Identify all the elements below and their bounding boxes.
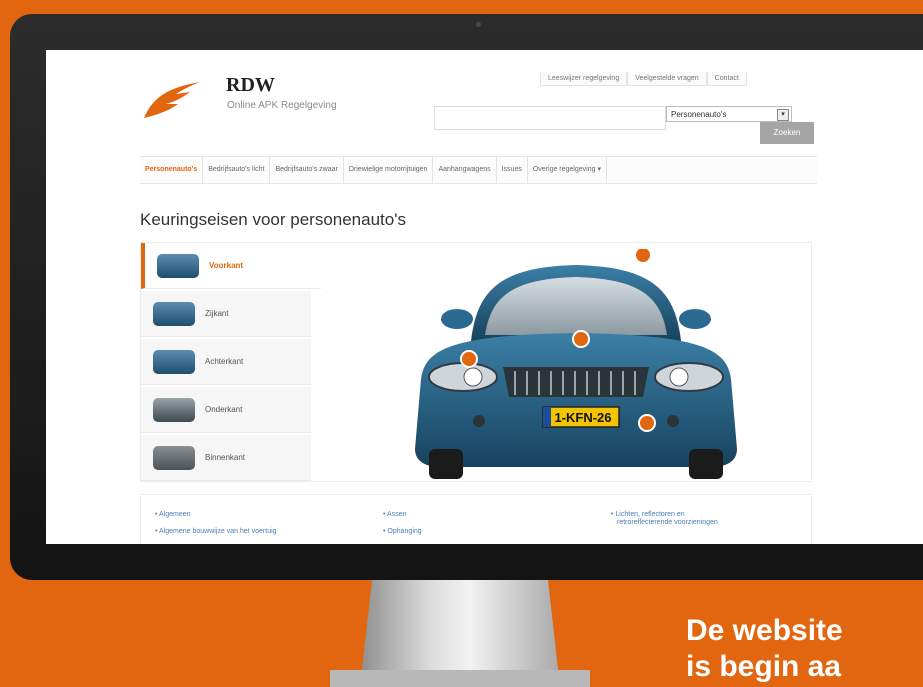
caption-line-1: De website — [686, 614, 843, 647]
link-lichten[interactable]: • Lichten, reflectoren en — [611, 511, 718, 518]
tab-achterkant-label: Achterkant — [205, 357, 244, 366]
category-select[interactable]: Personenauto's ▾ — [666, 106, 792, 122]
car-front-thumbnail — [157, 253, 199, 278]
top-link-contact[interactable]: Contact — [706, 72, 747, 86]
tab-voorkant[interactable]: Voorkant — [141, 243, 321, 289]
nav-item-driewielige[interactable]: Driewielige motorrijtuigen — [344, 156, 434, 184]
tab-binnenkant-label: Binnenkant — [205, 453, 246, 462]
tab-zijkant-label: Zijkant — [205, 309, 229, 318]
search-button[interactable]: Zoeken — [760, 122, 814, 144]
chevron-down-icon: ▾ — [597, 166, 601, 173]
nav-item-personenautos[interactable]: Personenauto's — [140, 156, 204, 184]
links-column-3: • Lichten, reflectoren en retroreflecter… — [611, 511, 718, 536]
search-input[interactable] — [434, 106, 666, 130]
nav-item-overige-label: Overige regelgeving — [532, 166, 596, 173]
link-assen[interactable]: • Assen — [383, 511, 422, 518]
webcam — [476, 22, 481, 27]
link-ophanging-label: Ophanging — [387, 528, 422, 535]
chevron-down-icon[interactable]: ▾ — [777, 109, 789, 121]
link-assen-label: Assen — [387, 511, 407, 518]
main-nav: Personenauto's Bedrijfsauto's licht Bedr… — [140, 156, 817, 184]
car-interior-thumbnail — [153, 445, 195, 470]
category-select-value: Personenauto's — [671, 109, 727, 119]
link-lichten-continued-label: retroreflecterende voorzieningen — [617, 519, 718, 526]
promo-caption: De website is begin aa — [686, 613, 923, 687]
tab-achterkant[interactable]: Achterkant — [141, 339, 311, 385]
nav-item-overige[interactable]: Overige regelgeving ▾ — [528, 156, 607, 184]
top-link-faq[interactable]: Veelgestelde vragen — [627, 72, 707, 86]
top-links: Leeswijzer regelgeving Veelgestelde vrag… — [540, 72, 747, 86]
nav-item-aanhangwagens[interactable]: Aanhangwagens — [433, 156, 497, 184]
link-algemene-bouwwijze-label: Algemene bouwwijze van het voertuig — [159, 528, 277, 535]
brand-tagline: Online APK Regelgeving — [227, 100, 337, 111]
caption-line-2: is begin aa — [686, 650, 842, 683]
links-column-1: • Algemeen • Algemene bouwwijze van het … — [155, 511, 277, 544]
car-side-thumbnail — [153, 301, 195, 326]
link-algemeen-label: Algemeen — [159, 511, 191, 518]
browser-screen: RDW Online APK Regelgeving Leeswijzer re… — [46, 50, 923, 544]
license-plate: 1-KFN-26 — [554, 410, 611, 425]
tab-onderkant-label: Onderkant — [205, 405, 243, 414]
car-front-illustration: 1-KFN-26 — [415, 249, 737, 479]
monitor-frame: RDW Online APK Regelgeving Leeswijzer re… — [10, 14, 923, 580]
car-rear-thumbnail — [153, 349, 195, 374]
tab-zijkant[interactable]: Zijkant — [141, 291, 311, 337]
link-algemeen[interactable]: • Algemeen — [155, 511, 277, 518]
top-link-leeswijzer[interactable]: Leeswijzer regelgeving — [540, 72, 628, 86]
tab-voorkant-label: Voorkant — [209, 261, 244, 270]
link-lichten-continued[interactable]: retroreflecterende voorzieningen — [611, 519, 718, 526]
car-underside-thumbnail — [153, 397, 195, 422]
category-links: • Algemeen • Algemene bouwwijze van het … — [140, 494, 812, 544]
stand-base — [330, 670, 590, 687]
inspection-viewer: Voorkant Zijkant Achterkant Onderkant Bi… — [140, 242, 812, 482]
hotspot-hood[interactable] — [572, 330, 590, 348]
hotspot-roof[interactable] — [634, 249, 652, 264]
hotspot-license-plate[interactable] — [638, 414, 656, 432]
rdw-logo-icon[interactable] — [142, 80, 202, 120]
brand-name[interactable]: RDW — [226, 74, 275, 97]
tab-binnenkant[interactable]: Binnenkant — [141, 435, 311, 481]
nav-item-bedrijfsautos-zwaar[interactable]: Bedrijfsauto's zwaar — [270, 156, 344, 184]
view-tabs: Voorkant Zijkant Achterkant Onderkant Bi… — [141, 243, 321, 483]
links-column-2: • Assen • Ophanging — [383, 511, 422, 544]
link-lichten-label: Lichten, reflectoren en — [615, 511, 685, 518]
nav-item-bedrijfsautos-licht[interactable]: Bedrijfsauto's licht — [203, 156, 271, 184]
tab-onderkant[interactable]: Onderkant — [141, 387, 311, 433]
link-ophanging[interactable]: • Ophanging — [383, 528, 422, 535]
link-algemene-bouwwijze[interactable]: • Algemene bouwwijze van het voertuig — [155, 528, 277, 535]
hotspot-headlight[interactable] — [460, 350, 478, 368]
page-title: Keuringseisen voor personenauto's — [140, 210, 406, 229]
nav-item-issues[interactable]: Issues — [497, 156, 528, 184]
